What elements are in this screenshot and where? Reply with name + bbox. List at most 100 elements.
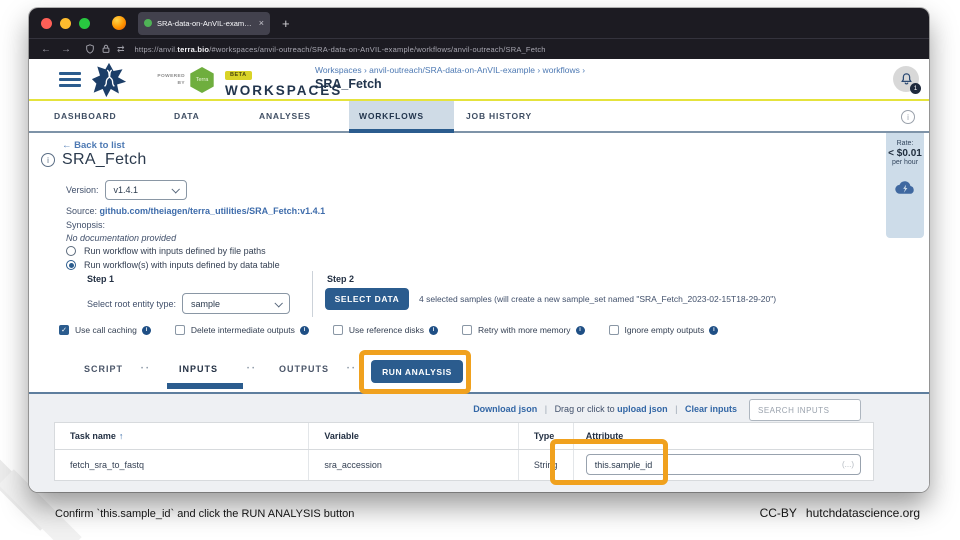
tab-outputs[interactable]: OUTPUTS xyxy=(279,364,329,374)
checkbox-use-reference-disks[interactable]: Use reference disks i xyxy=(332,325,438,335)
search-inputs-field[interactable] xyxy=(749,399,861,421)
checkbox-use-call-caching[interactable]: ✓ Use call caching i xyxy=(59,325,151,335)
radio-file-paths[interactable]: Run workflow with inputs defined by file… xyxy=(66,246,266,256)
rate-label: Rate: xyxy=(896,140,914,147)
back-arrow-icon: ← xyxy=(62,140,72,151)
documentation-note: No documentation provided xyxy=(66,233,177,243)
checkbox-delete-intermediate-outputs[interactable]: Delete intermediate outputs i xyxy=(174,325,309,335)
version-label: Version: xyxy=(66,185,99,195)
checkbox-icon[interactable] xyxy=(332,325,343,335)
source-link[interactable]: github.com/theiagen/terra_utilities/SRA_… xyxy=(100,206,326,216)
source-label: Source: xyxy=(66,206,98,216)
version-select[interactable]: v1.4.1 xyxy=(104,180,187,200)
app-header: POWERED BY Terra BETA WORKSPACES Workspa… xyxy=(29,59,929,101)
tab-inputs[interactable]: INPUTS xyxy=(179,364,218,374)
upload-json-link[interactable]: upload json xyxy=(617,404,668,414)
hamburger-menu-icon[interactable] xyxy=(59,72,81,90)
checkbox-icon[interactable] xyxy=(174,325,185,335)
cell-variable: sra_accession xyxy=(309,450,519,480)
radio-icon xyxy=(66,246,76,256)
new-tab-button[interactable]: + xyxy=(282,16,290,31)
minimize-window-button[interactable] xyxy=(60,17,71,29)
window-controls xyxy=(41,17,90,29)
close-window-button[interactable] xyxy=(41,17,52,29)
download-json-link[interactable]: Download json xyxy=(473,404,537,414)
browser-tab-bar: SRA-data-on-AnVIL-example - ... × + xyxy=(29,8,929,38)
table-header-row: Task name ↑ Variable Type Attribute xyxy=(55,423,873,450)
notifications-button[interactable]: 1 xyxy=(893,66,921,94)
back-to-list-link[interactable]: ← Back to list xyxy=(62,140,125,151)
version-row: Version: v1.4.1 xyxy=(66,180,187,200)
close-tab-icon[interactable]: × xyxy=(259,18,264,28)
selection-summary: 4 selected samples (will create a new sa… xyxy=(419,294,777,304)
url-path: /#workspaces/anvil-outreach/SRA-data-on-… xyxy=(209,44,546,54)
info-icon[interactable]: i xyxy=(428,325,438,335)
workspace-nav: DASHBOARD DATA ANALYSES WORKFLOWS JOB HI… xyxy=(29,101,929,133)
column-variable: Variable xyxy=(309,423,519,449)
highlight-run-analysis xyxy=(359,350,471,394)
tab-analyses[interactable]: ANALYSES xyxy=(259,101,349,131)
back-icon[interactable]: ← xyxy=(41,44,51,55)
license-label: CC-BY xyxy=(759,506,797,520)
info-icon[interactable]: i xyxy=(575,325,585,335)
anvil-logo xyxy=(91,62,127,98)
run-options: ✓ Use call caching i Delete intermediate… xyxy=(59,325,719,335)
cell-task-name: fetch_sra_to_fastq xyxy=(55,450,310,480)
address-url[interactable]: https://anvil.terra.bio/#workspaces/anvi… xyxy=(135,45,546,54)
checkbox-icon[interactable] xyxy=(461,325,472,335)
cloud-compute-icon[interactable] xyxy=(894,178,917,195)
tab-separator-dots: •• xyxy=(347,366,358,372)
shield-icon[interactable] xyxy=(85,44,95,54)
info-icon[interactable]: i xyxy=(709,325,719,335)
chevron-down-icon xyxy=(274,298,283,308)
forward-icon[interactable]: → xyxy=(61,44,71,55)
root-entity-row: Select root entity type: sample xyxy=(87,293,291,314)
url-domain: terra.bio xyxy=(177,44,210,54)
checkbox-checked-icon[interactable]: ✓ xyxy=(59,325,69,335)
json-io-links: Download json | Drag or click to upload … xyxy=(473,404,737,414)
switch-container-icon[interactable]: ⇄ xyxy=(117,44,125,55)
maximize-window-button[interactable] xyxy=(79,17,90,29)
chevron-down-icon xyxy=(170,185,180,194)
drag-text: Drag or click to xyxy=(554,404,615,414)
radio-selected-icon xyxy=(66,260,76,270)
breadcrumb-path[interactable]: Workspaces › anvil-outreach/SRA-data-on-… xyxy=(315,65,585,75)
tab-workflows[interactable]: WORKFLOWS xyxy=(349,101,454,133)
info-icon[interactable]: i xyxy=(41,153,55,167)
clear-inputs-link[interactable]: Clear inputs xyxy=(685,404,737,414)
table-row: fetch_sra_to_fastq sra_accession String … xyxy=(55,450,873,480)
browser-window: SRA-data-on-AnVIL-example - ... × + ← → … xyxy=(29,8,929,492)
info-icon[interactable]: i xyxy=(141,325,151,335)
page-title: SRA_Fetch xyxy=(315,77,382,91)
tab-data[interactable]: DATA xyxy=(174,101,259,131)
checkbox-retry-more-memory[interactable]: Retry with more memory i xyxy=(461,325,585,335)
lock-icon[interactable] xyxy=(101,44,111,54)
sort-asc-icon: ↑ xyxy=(118,431,124,441)
info-icon[interactable]: i xyxy=(901,110,915,124)
firefox-icon[interactable] xyxy=(112,16,126,30)
slide-caption: Confirm `this.sample_id` and click the R… xyxy=(55,508,355,520)
org-label: hutchdatascience.org xyxy=(805,506,920,520)
checkbox-icon[interactable] xyxy=(608,325,619,335)
column-task-name[interactable]: Task name ↑ xyxy=(55,423,310,449)
tab-dashboard[interactable]: DASHBOARD xyxy=(54,101,174,131)
browser-url-bar: ← → ⇄ https://anvil.terra.bio/#workspace… xyxy=(29,38,929,59)
slide: SRA-data-on-AnVIL-example - ... × + ← → … xyxy=(0,0,960,540)
root-entity-select[interactable]: sample xyxy=(182,293,291,314)
favicon xyxy=(144,19,152,27)
rate-panel: Rate: < $0.01 per hour xyxy=(886,133,924,238)
attribution: CC-BY hutchdatascience.org xyxy=(760,506,920,520)
terra-logo: Terra xyxy=(190,67,214,93)
tab-script[interactable]: SCRIPT xyxy=(84,364,123,374)
browser-tab[interactable]: SRA-data-on-AnVIL-example - ... × xyxy=(138,11,270,35)
checkbox-ignore-empty-outputs[interactable]: Ignore empty outputs i xyxy=(608,325,719,335)
workflow-title-row: i SRA_Fetch xyxy=(41,151,147,169)
synopsis-label: Synopsis: xyxy=(66,220,106,230)
inputs-table: Task name ↑ Variable Type Attribute fetch… xyxy=(54,422,874,481)
radio-data-table[interactable]: Run workflow(s) with inputs defined by d… xyxy=(66,260,280,270)
tab-job-history[interactable]: JOB HISTORY xyxy=(454,101,564,131)
select-data-button[interactable]: SELECT DATA xyxy=(325,288,409,310)
highlight-attribute-input xyxy=(550,439,668,485)
info-icon[interactable]: i xyxy=(299,325,309,335)
workflow-title: SRA_Fetch xyxy=(62,151,147,168)
